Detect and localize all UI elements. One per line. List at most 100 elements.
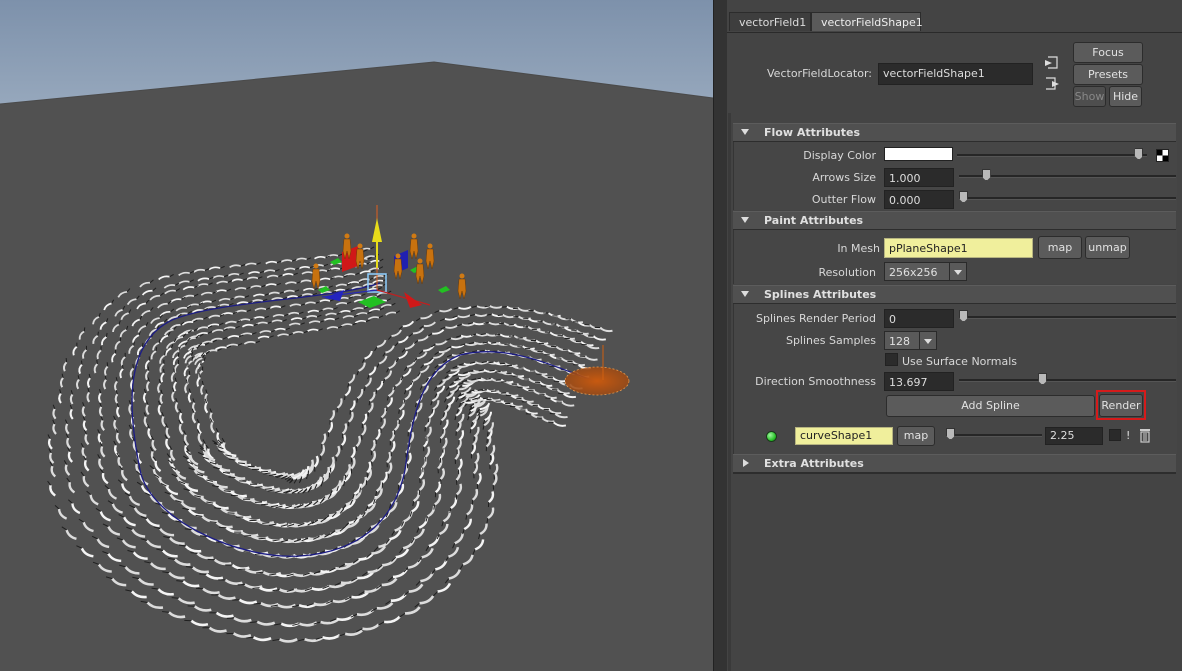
field-arrow-tail bbox=[482, 397, 489, 400]
field-arrow-tail bbox=[83, 327, 86, 332]
field-arrow-tail bbox=[489, 369, 495, 372]
field-arrow-tail bbox=[164, 351, 166, 356]
field-arrow-tail bbox=[162, 611, 170, 613]
direction-smoothness-slider-track[interactable] bbox=[959, 379, 1176, 382]
field-arrow-tail bbox=[171, 597, 179, 599]
paint-attributes-header[interactable]: Paint Attributes bbox=[733, 211, 1176, 230]
outter-flow-field[interactable]: 0.000 bbox=[884, 190, 954, 209]
field-arrow-tail bbox=[141, 342, 144, 347]
attribute-scrollbar[interactable] bbox=[728, 113, 731, 671]
field-arrow-tail bbox=[214, 507, 222, 509]
trash-icon[interactable] bbox=[1138, 428, 1152, 443]
figure-head bbox=[411, 233, 417, 239]
hide-button[interactable]: Hide bbox=[1109, 86, 1142, 107]
figure-head bbox=[313, 263, 319, 269]
collapse-arrow-icon bbox=[741, 129, 749, 135]
tab-vectorfieldshape1[interactable]: vectorFieldShape1 bbox=[811, 12, 923, 31]
curve-name-field[interactable]: curveShape1 bbox=[795, 427, 893, 445]
splines-samples-value: 128 bbox=[889, 335, 910, 348]
flow-attributes-header[interactable]: Flow Attributes bbox=[733, 123, 1176, 142]
field-arrow-tail bbox=[469, 428, 472, 434]
tab-vectorfield1[interactable]: vectorField1 bbox=[729, 12, 811, 31]
field-arrow-tail bbox=[228, 476, 236, 479]
splines-samples-dropdown[interactable]: 128 bbox=[884, 331, 937, 350]
display-color-swatch[interactable] bbox=[884, 147, 953, 161]
field-arrow-tail bbox=[494, 333, 501, 336]
field-arrow-tail bbox=[398, 409, 400, 414]
input-connection-icon[interactable] bbox=[1043, 55, 1061, 71]
splines-render-period-field[interactable]: 0 bbox=[884, 309, 954, 328]
panel-splitter[interactable] bbox=[713, 0, 728, 671]
use-surface-normals-label: Use Surface Normals bbox=[902, 355, 1017, 368]
field-arrow-tail bbox=[501, 306, 507, 308]
texture-checker-icon[interactable] bbox=[1156, 149, 1169, 162]
extra-attributes-header[interactable]: Extra Attributes bbox=[733, 454, 1176, 473]
show-button[interactable]: Show bbox=[1073, 86, 1106, 107]
field-arrow-tail bbox=[498, 322, 505, 325]
locator-name-field[interactable]: vectorFieldShape1 bbox=[878, 63, 1033, 85]
use-surface-normals-checkbox[interactable] bbox=[885, 353, 898, 366]
output-connection-icon[interactable] bbox=[1043, 76, 1061, 92]
field-arrow-tail bbox=[209, 521, 217, 523]
field-arrow-tail bbox=[368, 400, 371, 406]
resolution-label: Resolution bbox=[818, 266, 876, 279]
viewport-3d[interactable] bbox=[0, 0, 713, 671]
splines-render-period-label: Splines Render Period bbox=[755, 312, 876, 325]
curve-map-button[interactable]: map bbox=[897, 426, 935, 446]
chevron-down-icon bbox=[949, 263, 966, 280]
trash-glyph bbox=[1140, 429, 1150, 443]
splines-render-period-slider-track[interactable] bbox=[959, 316, 1176, 319]
curve-status-indicator[interactable] bbox=[766, 431, 777, 442]
field-arrow-tail bbox=[200, 361, 202, 366]
in-mesh-map-button[interactable]: map bbox=[1038, 236, 1082, 259]
presets-button[interactable]: Presets bbox=[1073, 64, 1143, 85]
resolution-value: 256x256 bbox=[889, 266, 938, 279]
outter-flow-label: Outter Flow bbox=[811, 193, 876, 206]
output-connection-glyph bbox=[1046, 77, 1059, 90]
arrows-size-field[interactable]: 1.000 bbox=[884, 168, 954, 187]
chevron-down-icon bbox=[919, 332, 936, 349]
field-arrow-tail bbox=[191, 356, 194, 362]
field-arrow-tail bbox=[105, 332, 108, 338]
field-arrow-tail bbox=[491, 342, 497, 344]
direction-smoothness-field[interactable]: 13.697 bbox=[884, 372, 954, 391]
field-arrow-tail bbox=[237, 462, 245, 465]
figure-head bbox=[427, 243, 433, 249]
field-arrow-tail bbox=[177, 352, 180, 357]
divider bbox=[733, 473, 1176, 474]
collapse-arrow-icon bbox=[741, 217, 749, 223]
curve-color-swatch[interactable] bbox=[1109, 429, 1121, 441]
input-connection-glyph bbox=[1045, 56, 1058, 69]
field-arrow-tail bbox=[344, 395, 346, 401]
outter-flow-slider-track[interactable] bbox=[959, 197, 1176, 200]
field-arrow-tail bbox=[457, 423, 460, 428]
field-arrow-tail bbox=[97, 331, 99, 336]
focus-button[interactable]: Focus bbox=[1073, 42, 1143, 63]
field-arrow-tail bbox=[427, 417, 430, 423]
figure-head bbox=[459, 273, 465, 279]
arrows-size-slider-track[interactable] bbox=[959, 175, 1176, 178]
resolution-dropdown[interactable]: 256x256 bbox=[884, 262, 967, 281]
collapse-arrow-icon bbox=[741, 291, 749, 297]
paint-attributes-title: Paint Attributes bbox=[764, 214, 864, 227]
field-arrow-tail bbox=[497, 314, 503, 317]
display-color-slider-track[interactable] bbox=[957, 154, 1147, 157]
field-arrow-tail bbox=[176, 580, 184, 582]
in-mesh-field[interactable]: pPlaneShape1 bbox=[884, 238, 1033, 258]
curve-slider-track[interactable] bbox=[946, 434, 1042, 437]
splines-attributes-header[interactable]: Splines Attributes bbox=[733, 285, 1176, 304]
field-arrow-tail bbox=[356, 398, 359, 403]
field-arrow-tail bbox=[440, 420, 442, 425]
viewport-scene[interactable] bbox=[0, 0, 713, 671]
field-arrow-tail bbox=[190, 552, 198, 554]
curve-value-field[interactable]: 2.25 bbox=[1045, 427, 1103, 445]
attribute-editor: vectorField1 vectorFieldShape1 VectorFie… bbox=[727, 0, 1182, 671]
in-mesh-unmap-button[interactable]: unmap bbox=[1085, 236, 1130, 259]
field-arrow-tail bbox=[133, 341, 135, 346]
field-arrow-tail bbox=[185, 566, 193, 568]
add-spline-button[interactable]: Add Spline bbox=[886, 395, 1095, 417]
render-button[interactable]: Render bbox=[1099, 394, 1143, 417]
display-color-label: Display Color bbox=[803, 149, 876, 162]
extra-attributes-title: Extra Attributes bbox=[764, 457, 864, 470]
direction-smoothness-label: Direction Smoothness bbox=[755, 375, 876, 388]
